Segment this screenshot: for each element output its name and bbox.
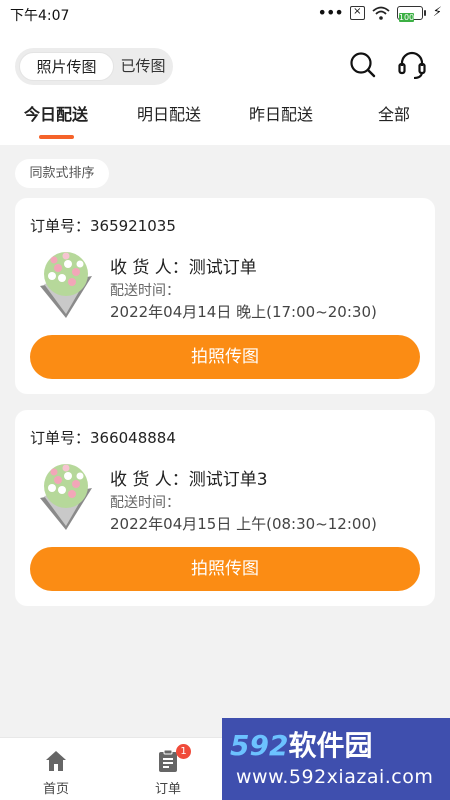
order-number: 订单号：366048884 xyxy=(30,429,176,447)
upload-mode-toggle[interactable]: 照片传图 已传图 xyxy=(15,48,173,85)
delivery-time-value: 2022年04月15日 上午(08:30~12:00) xyxy=(110,515,377,533)
orders-badge: 1 xyxy=(176,744,191,759)
take-photo-upload-button[interactable]: 拍照传图 xyxy=(30,335,420,379)
headset-icon xyxy=(398,51,426,79)
order-card: 订单号：365921035 收 货 人：测试订单 配送时间： 2022年04月1… xyxy=(15,198,435,394)
customer-service-button[interactable] xyxy=(395,48,429,82)
tab-all[interactable]: 全部 xyxy=(378,101,410,125)
no-sim-icon: × xyxy=(349,5,365,20)
battery-icon: 100 xyxy=(396,5,426,22)
tab-yesterday[interactable]: 昨日配送 xyxy=(249,101,313,125)
watermark-url: www.592xiazai.com xyxy=(236,766,434,788)
delivery-time-label: 配送时间： xyxy=(110,283,180,299)
status-bar: 下午4:07 ••• × 100 ⚡ xyxy=(0,0,450,28)
more-dots-icon: ••• xyxy=(317,2,344,22)
battery-level: 100 xyxy=(398,12,415,22)
active-tab-indicator xyxy=(39,135,74,139)
charging-icon: ⚡ xyxy=(432,5,442,20)
search-icon xyxy=(350,52,376,78)
nav-orders-label: 订单 xyxy=(154,782,181,797)
wifi-icon xyxy=(372,6,390,20)
top-header: 下午4:07 ••• × 100 ⚡ 照片传图 已传图 今日配送 明日配送 昨日… xyxy=(0,0,450,145)
tab-tomorrow[interactable]: 明日配送 xyxy=(137,101,201,125)
bouquet-thumbnail xyxy=(40,252,92,318)
nav-home[interactable]: 首页 xyxy=(21,738,91,800)
status-icons: ••• × 100 ⚡ xyxy=(317,2,442,22)
toggle-uploaded[interactable]: 已传图 xyxy=(117,52,169,81)
toggle-photo-upload[interactable]: 照片传图 xyxy=(19,52,114,81)
status-time: 下午4:07 xyxy=(10,8,70,24)
bouquet-thumbnail xyxy=(40,464,92,530)
delivery-tabs: 今日配送 明日配送 昨日配送 全部 xyxy=(0,95,450,141)
home-icon xyxy=(46,751,66,771)
watermark-logo: 592软件园 xyxy=(230,729,373,762)
order-number: 订单号：365921035 xyxy=(30,217,176,235)
watermark: 592软件园 www.592xiazai.com xyxy=(222,718,450,800)
nav-orders[interactable]: 1 订单 xyxy=(133,738,203,800)
recipient-name: 收 货 人：测试订单3 xyxy=(110,470,268,490)
tab-today[interactable]: 今日配送 xyxy=(24,101,88,125)
search-button[interactable] xyxy=(346,48,380,82)
take-photo-upload-button[interactable]: 拍照传图 xyxy=(30,547,420,591)
delivery-time-label: 配送时间： xyxy=(110,495,180,511)
same-style-sort-chip[interactable]: 同款式排序 xyxy=(15,159,109,188)
delivery-time-value: 2022年04月14日 晚上(17:00~20:30) xyxy=(110,303,377,321)
nav-home-label: 首页 xyxy=(42,782,69,797)
order-card: 订单号：366048884 收 货 人：测试订单3 配送时间： 2022年04月… xyxy=(15,410,435,606)
recipient-name: 收 货 人：测试订单 xyxy=(110,258,257,278)
